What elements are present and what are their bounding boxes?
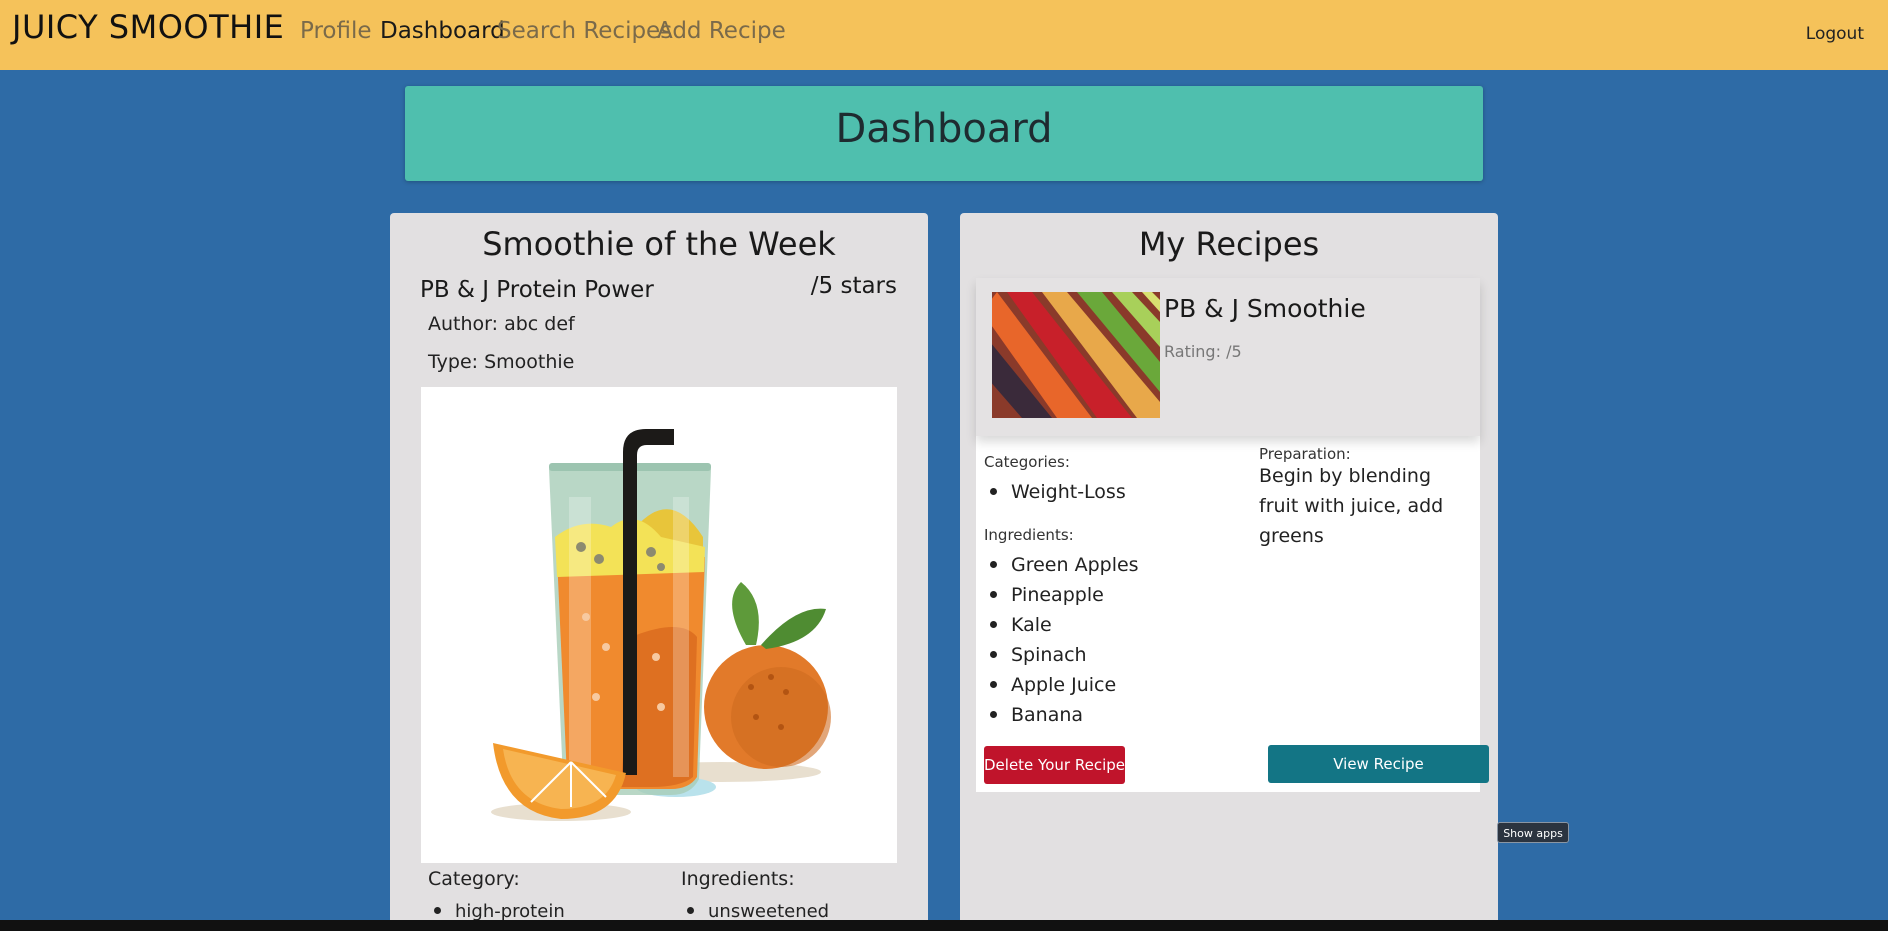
list-item: high-protein	[428, 901, 565, 922]
ingredient-value: Apple Juice	[1011, 674, 1117, 696]
smoothie-of-week-panel: Smoothie of the Week PB & J Protein Powe…	[390, 213, 928, 931]
smoothie-name: PB & J Protein Power	[420, 277, 654, 303]
my-recipes-panel: My Recipes PB & J Smoothie Rating: /5 Ca…	[960, 213, 1498, 931]
list-item: unsweetened	[681, 901, 829, 922]
ingredients-label: Ingredients:	[984, 526, 1074, 544]
brand-logo[interactable]: JUICY SMOOTHIE	[12, 8, 284, 46]
ingredient-value: Spinach	[1011, 644, 1087, 666]
list-item: Spinach	[984, 644, 1087, 666]
view-recipe-button[interactable]: View Recipe	[1268, 745, 1489, 783]
delete-recipe-button[interactable]: Delete Your Recipe	[984, 746, 1125, 784]
dashboard-banner: Dashboard	[405, 86, 1483, 181]
nav-profile[interactable]: Profile	[300, 18, 372, 44]
smoothie-image	[421, 387, 897, 863]
nav-search-recipes[interactable]: Search Recipes	[497, 18, 672, 44]
show-apps-tooltip: Show apps	[1497, 822, 1569, 843]
recipe-card-header: PB & J Smoothie Rating: /5	[976, 278, 1480, 436]
recipe-rating: Rating: /5	[1164, 342, 1242, 361]
vegetables-photo-icon	[992, 292, 1160, 418]
my-recipes-heading: My Recipes	[1138, 225, 1320, 263]
category-label: Category:	[428, 868, 520, 890]
recipe-card: PB & J Smoothie Rating: /5 Categories: W…	[976, 278, 1489, 792]
list-item: Apple Juice	[984, 674, 1116, 696]
ingredient-value: Green Apples	[1011, 554, 1139, 576]
list-item: Weight-Loss	[984, 481, 1126, 503]
smoothie-stars: /5 stars	[810, 273, 897, 299]
ingredient-value: Kale	[1011, 614, 1052, 636]
ingredient-value: unsweetened	[708, 901, 830, 922]
ingredient-value: Pineapple	[1011, 584, 1104, 606]
ingredients-label: Ingredients:	[681, 868, 795, 890]
ingredient-value: Banana	[1011, 704, 1084, 726]
recipe-name: PB & J Smoothie	[1164, 294, 1366, 323]
categories-label: Categories:	[984, 453, 1070, 471]
smoothie-glass-icon	[491, 429, 831, 821]
taskbar	[0, 920, 1888, 931]
nav-add-recipe[interactable]: Add Recipe	[657, 18, 786, 44]
smoothie-of-week-heading: Smoothie of the Week	[482, 225, 836, 263]
nav-dashboard[interactable]: Dashboard	[380, 18, 505, 44]
preparation-text: Begin by blending fruit with juice, add …	[1259, 465, 1444, 547]
list-item: Pineapple	[984, 584, 1104, 606]
list-item: Kale	[984, 614, 1052, 636]
smoothie-author: Author: abc def	[428, 313, 575, 335]
category-value: high-protein	[455, 901, 565, 922]
category-value: Weight-Loss	[1011, 481, 1126, 503]
top-navbar: JUICY SMOOTHIE Profile Dashboard Search …	[0, 0, 1888, 70]
page-title: Dashboard	[835, 106, 1053, 152]
list-item: Green Apples	[984, 554, 1139, 576]
list-item: Banana	[984, 704, 1083, 726]
smoothie-type: Type: Smoothie	[428, 351, 575, 373]
logout-link[interactable]: Logout	[1806, 24, 1864, 44]
recipe-thumbnail	[992, 292, 1160, 418]
